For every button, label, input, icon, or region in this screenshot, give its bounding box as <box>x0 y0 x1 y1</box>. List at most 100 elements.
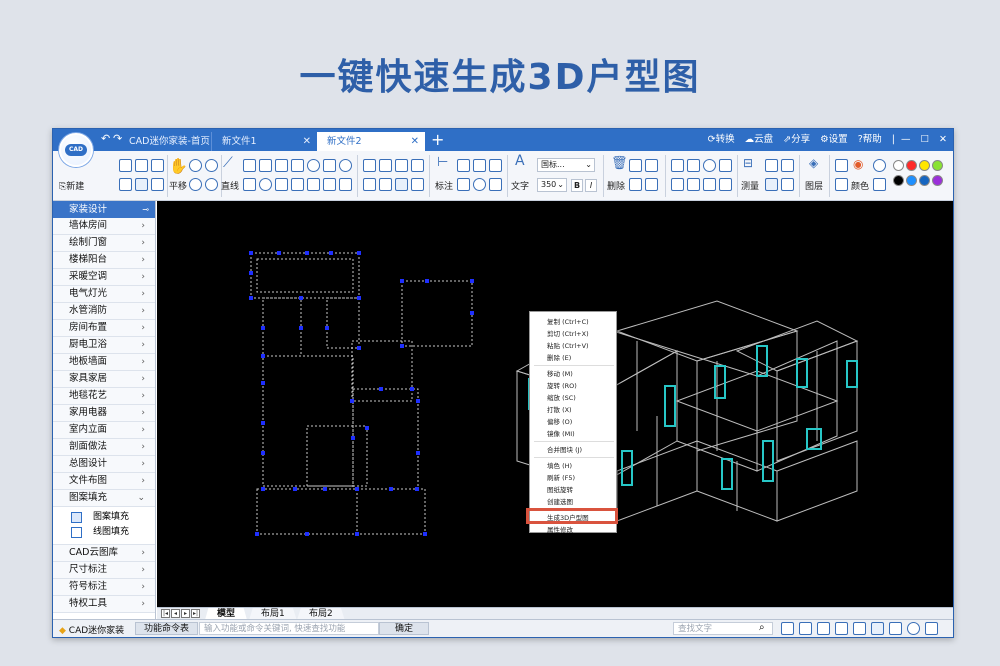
font-select[interactable]: 国标... ⌄ <box>537 158 595 172</box>
grid-icon[interactable] <box>765 178 778 191</box>
color-swatch[interactable] <box>919 175 930 186</box>
tab-file1[interactable]: 新文件1 ✕ <box>211 132 317 151</box>
line-label[interactable]: 直线 <box>221 179 239 192</box>
pin-icon[interactable]: ⊸ <box>142 201 149 218</box>
offset-icon[interactable] <box>411 159 424 172</box>
convert-button[interactable]: ⟳转换 <box>708 129 735 151</box>
sidebar-item[interactable]: 室内立面 › <box>53 422 155 439</box>
paste-icon[interactable] <box>629 178 642 191</box>
sidebar-header[interactable]: 家装设计 ⊸ <box>53 201 155 218</box>
context-menu-item[interactable]: 打散 (X) <box>547 404 572 414</box>
export-icon[interactable] <box>151 178 164 191</box>
undo-icon[interactable]: ↶ <box>101 132 110 145</box>
pdf-icon[interactable] <box>135 178 148 191</box>
sidebar-item[interactable]: 地板墙面 › <box>53 354 155 371</box>
match-prop-icon[interactable] <box>873 178 886 191</box>
color-swatch[interactable] <box>906 160 917 171</box>
color-swatch[interactable] <box>932 175 943 186</box>
polar-icon[interactable] <box>835 622 848 635</box>
sidebar-item[interactable]: 楼梯阳台 › <box>53 252 155 269</box>
diagonal-icon[interactable] <box>339 178 352 191</box>
sidebar-item[interactable]: CAD云图库 › <box>53 545 155 562</box>
sidebar-subitem-line-fill[interactable]: 线图填充 <box>53 525 155 540</box>
eraser-icon[interactable] <box>925 622 938 635</box>
color-label[interactable]: 颜色 <box>851 179 869 192</box>
dimension-label[interactable]: 标注 <box>435 179 453 192</box>
maximize-icon[interactable]: ☐ <box>921 129 930 151</box>
paste-special-icon[interactable] <box>645 178 658 191</box>
sidebar-item[interactable]: 尺寸标注 › <box>53 562 155 579</box>
context-menu-item[interactable]: 刷新 (F5) <box>547 472 575 482</box>
sidebar-item[interactable]: 家具家居 › <box>53 371 155 388</box>
measure-label[interactable]: 测量 <box>741 179 759 192</box>
close-tab-icon[interactable]: ✕ <box>411 132 419 151</box>
zoom-extent-icon[interactable] <box>205 178 218 191</box>
diameter-icon[interactable] <box>473 178 486 191</box>
rotate-icon[interactable] <box>379 178 392 191</box>
baseline-dim-icon[interactable] <box>489 159 502 172</box>
scale-icon[interactable] <box>687 159 700 172</box>
prev-page-icon[interactable]: ◂ <box>171 609 180 618</box>
context-menu-item[interactable]: 属性修改 <box>547 524 573 534</box>
linetype-icon[interactable] <box>835 159 848 172</box>
parallelogram-icon[interactable] <box>275 178 288 191</box>
dimension-icon[interactable]: ⊢ <box>437 155 448 170</box>
sidebar-item[interactable]: 图案填充 ⌄ <box>53 490 155 507</box>
close-tab-icon[interactable]: ✕ <box>303 132 311 151</box>
color-swatch[interactable] <box>893 175 904 186</box>
context-menu-item[interactable]: 剪切 (Ctrl+X) <box>547 328 589 338</box>
context-menu-item[interactable]: 镜像 (MI) <box>547 428 575 438</box>
mirror-icon[interactable] <box>703 178 716 191</box>
copy-icon[interactable] <box>629 159 642 172</box>
color-swatch[interactable] <box>919 160 930 171</box>
share-button[interactable]: ⇗分享 <box>783 129 810 151</box>
color-swatch[interactable] <box>906 175 917 186</box>
leader-icon[interactable] <box>457 178 470 191</box>
context-menu-item[interactable]: 移动 (M) <box>547 368 573 378</box>
cloud-button[interactable]: ☁云盘 <box>745 129 774 151</box>
polyline-icon[interactable] <box>243 159 256 172</box>
triangle-icon[interactable] <box>243 178 256 191</box>
trapezoid-icon[interactable] <box>307 178 320 191</box>
measure-icon[interactable]: ⊟ <box>743 156 753 170</box>
last-page-icon[interactable]: ▸| <box>191 609 200 618</box>
move-icon[interactable] <box>671 159 684 172</box>
align-icon[interactable] <box>687 178 700 191</box>
sidebar-item[interactable]: 厨电卫浴 › <box>53 337 155 354</box>
color-picker-icon[interactable] <box>873 159 886 172</box>
context-menu-item[interactable]: 偏移 (O) <box>547 416 572 426</box>
context-menu-item[interactable]: 图纸旋转 <box>547 484 573 494</box>
color-swatch[interactable] <box>893 160 904 171</box>
image-icon[interactable] <box>411 178 424 191</box>
color-wheel-icon[interactable]: ◉ <box>853 157 863 171</box>
sidebar-item[interactable]: 家用电器 › <box>53 405 155 422</box>
delete-label[interactable]: 删除 <box>607 179 625 192</box>
context-menu-item[interactable]: 缩放 (SC) <box>547 392 576 402</box>
pan-label[interactable]: 平移 <box>169 179 187 192</box>
tab-home[interactable]: CAD迷你家装-首页 <box>119 132 211 151</box>
sidebar-item[interactable]: 绘制门窗 › <box>53 235 155 252</box>
context-menu-item[interactable]: 创建选图 <box>547 496 573 506</box>
fillet-icon[interactable] <box>363 178 376 191</box>
open-icon[interactable] <box>119 159 132 172</box>
text-label[interactable]: 文字 <box>511 179 529 192</box>
line-icon[interactable]: ⟋ <box>223 155 233 171</box>
angle-dim-icon[interactable] <box>457 159 470 172</box>
sidebar-subitem-pattern-fill[interactable]: 图案填充 <box>53 510 155 525</box>
distance-icon[interactable] <box>781 159 794 172</box>
hand-icon[interactable]: ✋ <box>169 157 188 175</box>
new-tab-icon[interactable]: + <box>431 130 444 149</box>
arc-icon[interactable] <box>259 159 272 172</box>
command-list-button[interactable]: 功能命令表 <box>135 622 199 635</box>
save-icon[interactable] <box>135 159 148 172</box>
spline-icon[interactable] <box>275 159 288 172</box>
delete-icon[interactable]: 🗑 <box>611 156 628 171</box>
wave-icon[interactable] <box>291 178 304 191</box>
sidebar-item[interactable]: 墙体房间 › <box>53 218 155 235</box>
next-page-icon[interactable]: ▸ <box>181 609 190 618</box>
curve-icon[interactable] <box>291 159 304 172</box>
layers-icon[interactable]: ◈ <box>809 156 818 170</box>
stretch-icon[interactable] <box>671 178 684 191</box>
sidebar-item[interactable]: 电气灯光 › <box>53 286 155 303</box>
ellipse-icon[interactable] <box>339 159 352 172</box>
